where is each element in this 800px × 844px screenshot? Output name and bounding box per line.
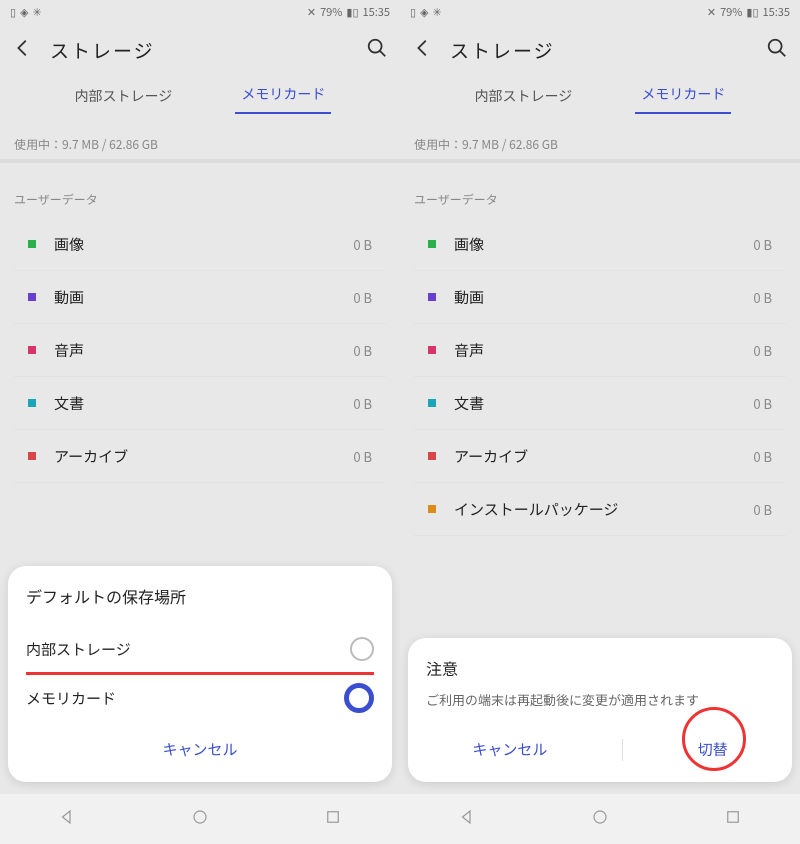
mute-icon: ✕ xyxy=(307,4,316,20)
row-archive[interactable]: アーカイブ 0 B xyxy=(414,430,786,483)
misc-icon: ✳ xyxy=(433,4,442,20)
section-userdata: ユーザーデータ xyxy=(400,181,800,218)
phone-left: ▯ ◈ ✳ ✕ 79% ▮▯ 15:35 ストレージ 内部ストレージ メモリカー… xyxy=(0,0,400,844)
nav-home-icon[interactable] xyxy=(191,807,209,831)
phone-right: ▯ ◈ ✳ ✕ 79% ▮▯ 15:35 ストレージ 内部ストレージ メモリカー… xyxy=(400,0,800,844)
sheet-body: ご利用の端末は再起動後に変更が適用されます xyxy=(426,690,774,711)
row-image[interactable]: 画像 0 B xyxy=(14,218,386,271)
battery-percent: 79% xyxy=(320,4,342,20)
dot-icon xyxy=(28,399,36,407)
row-audio[interactable]: 音声 0 B xyxy=(14,324,386,377)
dot-icon xyxy=(28,452,36,460)
usage-text: 使用中：9.7 MB / 62.86 GB xyxy=(400,114,800,159)
wifi-icon: ◈ xyxy=(420,4,428,20)
row-video[interactable]: 動画 0 B xyxy=(14,271,386,324)
misc-icon: ✳ xyxy=(33,4,42,20)
status-bar: ▯ ◈ ✳ ✕ 79% ▮▯ 15:35 xyxy=(400,0,800,24)
usage-bar xyxy=(0,159,400,163)
row-docs[interactable]: 文書 0 B xyxy=(414,377,786,430)
dot-icon xyxy=(28,240,36,248)
sim-icon: ▯ xyxy=(410,4,416,20)
tab-internal[interactable]: 内部ストレージ xyxy=(469,86,579,114)
radio-icon-selected xyxy=(344,683,374,713)
tab-memcard[interactable]: メモリカード xyxy=(235,84,331,114)
back-icon[interactable] xyxy=(412,37,434,64)
row-audio[interactable]: 音声 0 B xyxy=(414,324,786,377)
battery-icon: ▮▯ xyxy=(746,4,758,20)
sheet-title: 注意 xyxy=(426,656,774,680)
radio-internal[interactable]: 内部ストレージ xyxy=(26,626,374,675)
dot-icon xyxy=(28,346,36,354)
page-title: ストレージ xyxy=(50,37,366,64)
dot-icon xyxy=(428,452,436,460)
mute-icon: ✕ xyxy=(707,4,716,20)
radio-memcard[interactable]: メモリカード xyxy=(26,675,374,721)
sim-icon: ▯ xyxy=(10,4,16,20)
search-icon[interactable] xyxy=(766,37,788,64)
sheet-title: デフォルトの保存場所 xyxy=(26,584,374,608)
attention-sheet: 注意 ご利用の端末は再起動後に変更が適用されます キャンセル 切替 xyxy=(408,638,792,782)
nav-back-icon[interactable] xyxy=(458,807,476,831)
page-title: ストレージ xyxy=(450,37,766,64)
app-header: ストレージ xyxy=(0,24,400,76)
dot-icon xyxy=(428,240,436,248)
battery-percent: 79% xyxy=(720,4,742,20)
nav-recents-icon[interactable] xyxy=(724,807,742,831)
cancel-button[interactable]: キャンセル xyxy=(454,731,565,768)
usage-bar xyxy=(400,159,800,163)
row-image[interactable]: 画像 0 B xyxy=(414,218,786,271)
dot-icon xyxy=(428,346,436,354)
sheet-actions: キャンセル xyxy=(26,721,374,768)
usage-text: 使用中：9.7 MB / 62.86 GB xyxy=(0,114,400,159)
action-divider xyxy=(622,739,623,761)
cancel-button[interactable]: キャンセル xyxy=(144,731,255,768)
status-bar: ▯ ◈ ✳ ✕ 79% ▮▯ 15:35 xyxy=(0,0,400,24)
sheet-actions: キャンセル 切替 xyxy=(426,719,774,768)
row-pkg[interactable]: インストールパッケージ 0 B xyxy=(414,483,786,536)
nav-home-icon[interactable] xyxy=(591,807,609,831)
nav-bar xyxy=(0,794,400,844)
nav-back-icon[interactable] xyxy=(58,807,76,831)
dot-icon xyxy=(28,293,36,301)
default-location-sheet: デフォルトの保存場所 内部ストレージ メモリカード キャンセル xyxy=(8,566,392,782)
radio-icon xyxy=(350,637,374,661)
tab-bar: 内部ストレージ メモリカード xyxy=(400,76,800,114)
app-header: ストレージ xyxy=(400,24,800,76)
row-docs[interactable]: 文書 0 B xyxy=(14,377,386,430)
tab-bar: 内部ストレージ メモリカード xyxy=(0,76,400,114)
wifi-icon: ◈ xyxy=(20,4,28,20)
row-video[interactable]: 動画 0 B xyxy=(414,271,786,324)
back-icon[interactable] xyxy=(12,37,34,64)
dot-icon xyxy=(428,505,436,513)
section-userdata: ユーザーデータ xyxy=(0,181,400,218)
nav-bar xyxy=(400,794,800,844)
tab-memcard[interactable]: メモリカード xyxy=(635,84,731,114)
switch-button[interactable]: 切替 xyxy=(680,731,746,768)
battery-icon: ▮▯ xyxy=(346,4,358,20)
dot-icon xyxy=(428,399,436,407)
clock: 15:35 xyxy=(763,4,790,20)
clock: 15:35 xyxy=(363,4,390,20)
search-icon[interactable] xyxy=(366,37,388,64)
tab-internal[interactable]: 内部ストレージ xyxy=(69,86,179,114)
nav-recents-icon[interactable] xyxy=(324,807,342,831)
dot-icon xyxy=(428,293,436,301)
row-archive[interactable]: アーカイブ 0 B xyxy=(14,430,386,483)
